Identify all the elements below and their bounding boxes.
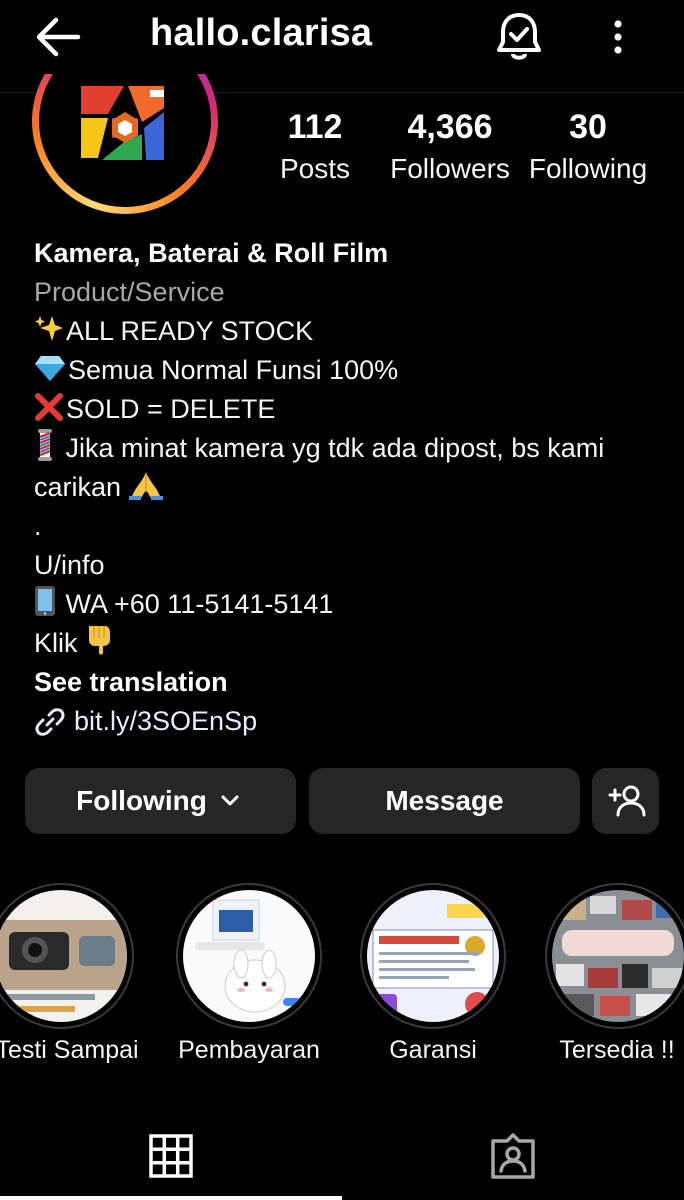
notification-bell-check-icon (497, 13, 541, 60)
bio-line: Jika minat kamera yg tdk ada dipost, bs … (34, 429, 664, 507)
following-button[interactable]: Following (25, 768, 296, 834)
posts-label[interactable]: Posts (270, 153, 360, 185)
tab-tagged[interactable] (342, 1112, 684, 1200)
followers-label[interactable]: Followers (385, 153, 515, 185)
see-translation-link[interactable]: See translation (34, 663, 664, 702)
highlight-label[interactable]: Garansi (333, 1036, 533, 1065)
highlight-cover (552, 890, 684, 1022)
bio-line-text: Jika minat kamera yg tdk ada dipost, bs … (34, 433, 605, 502)
profile-category: Product/Service (34, 277, 225, 307)
highlight-cover (0, 890, 127, 1022)
highlight-garansi[interactable] (360, 883, 506, 1029)
highlight-testi-sampai[interactable] (0, 883, 134, 1029)
following-label[interactable]: Following (523, 153, 653, 185)
bio-line-text: Klik (34, 628, 78, 658)
bio-line: . (34, 511, 42, 541)
suggested-users-button[interactable] (592, 768, 659, 834)
grid-icon (149, 1134, 193, 1178)
profile-bio: Kamera, Baterai & Roll Film Product/Serv… (34, 234, 664, 741)
followers-count[interactable]: 4,366 (385, 108, 515, 147)
profile-avatar[interactable] (32, 74, 218, 214)
pointing-down-icon (89, 626, 111, 655)
highlight-label[interactable]: Testi Sampai (0, 1036, 167, 1065)
bio-line: Klik (34, 624, 664, 663)
notification-button[interactable] (494, 10, 544, 64)
bio-line-text: SOLD = DELETE (66, 394, 276, 424)
profile-name: Kamera, Baterai & Roll Film (34, 238, 389, 268)
highlight-tersedia[interactable] (545, 883, 684, 1029)
chevron-down-icon (221, 795, 239, 806)
highlight-cover (367, 890, 499, 1022)
following-button-label: Following (76, 785, 207, 816)
message-button-label: Message (385, 785, 504, 816)
mobile-phone-icon (35, 586, 55, 616)
add-person-icon (608, 785, 645, 817)
bio-line: U/info (34, 550, 105, 580)
barber-pole-icon (38, 429, 52, 461)
cross-mark-icon (35, 393, 63, 421)
following-count[interactable]: 30 (523, 108, 653, 147)
bio-line-text: WA +60 11-5141-5141 (58, 589, 334, 619)
bio-line-text: ALL READY STOCK (66, 316, 314, 346)
bio-line-text: Semua Normal Funsi 100% (68, 355, 399, 385)
folded-hands-icon (128, 472, 163, 500)
profile-username: hallo.clarisa (150, 12, 373, 54)
gem-icon (35, 356, 65, 381)
highlight-pembayaran[interactable] (176, 883, 322, 1029)
link-icon (35, 707, 65, 736)
bio-line: SOLD = DELETE (34, 390, 664, 429)
tab-posts-grid[interactable] (0, 1112, 342, 1200)
back-button[interactable] (30, 14, 86, 60)
posts-count[interactable]: 112 (270, 108, 360, 147)
highlight-cover (183, 890, 315, 1022)
bio-line: Semua Normal Funsi 100% (34, 351, 664, 390)
more-vertical-icon (614, 20, 622, 54)
more-options-button[interactable] (598, 10, 638, 64)
active-tab-indicator (0, 1196, 342, 1200)
bio-link[interactable]: bit.ly/3SOEnSp (34, 702, 664, 741)
bio-line: ALL READY STOCK (34, 312, 664, 351)
camera-shop-logo (46, 74, 204, 200)
bio-line: WA +60 11-5141-5141 (34, 585, 664, 624)
arrow-left-icon (36, 17, 81, 57)
highlight-label[interactable]: Pembayaran (149, 1036, 349, 1065)
sparkles-icon (35, 316, 63, 341)
highlight-label[interactable]: Tersedia !! (517, 1036, 684, 1065)
bio-link-text[interactable]: bit.ly/3SOEnSp (74, 702, 257, 741)
tagged-icon (491, 1133, 535, 1179)
message-button[interactable]: Message (309, 768, 580, 834)
